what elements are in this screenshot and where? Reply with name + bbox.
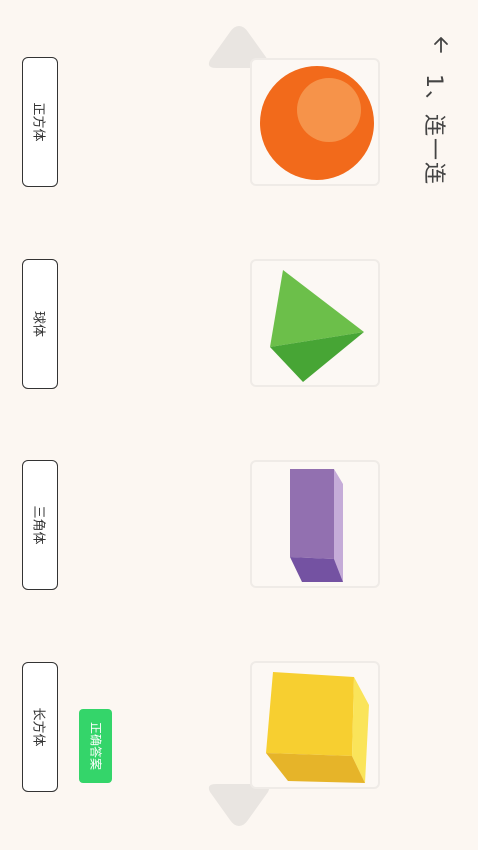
correct-answer-button[interactable]: 正确答案: [79, 709, 112, 783]
shape-card-rectangular-prism[interactable]: [250, 460, 380, 588]
pyramid-icon: [270, 270, 364, 382]
page-title-text: 1、连一连: [421, 74, 446, 186]
back-button[interactable]: [426, 30, 456, 60]
label-option-1[interactable]: 球体: [22, 259, 58, 389]
page-title: 1、连一连: [406, 74, 466, 186]
label-text: 正方体: [30, 102, 46, 142]
correct-answer-label: 正确答案: [88, 721, 102, 771]
arrow-left-icon: [434, 37, 448, 53]
sphere-icon: [260, 66, 374, 180]
label-option-0[interactable]: 正方体: [22, 57, 58, 187]
label-option-3[interactable]: 长方体: [22, 662, 58, 792]
label-text: 三角体: [30, 505, 46, 545]
cube-icon: [266, 672, 369, 783]
label-option-2[interactable]: 三角体: [22, 460, 58, 590]
prism-icon: [290, 469, 343, 582]
shape-card-sphere[interactable]: [250, 58, 380, 186]
shape-card-triangular-pyramid[interactable]: [250, 259, 380, 387]
label-text: 球体: [30, 310, 46, 338]
shape-card-cube[interactable]: [250, 661, 380, 789]
label-text: 长方体: [30, 707, 46, 747]
